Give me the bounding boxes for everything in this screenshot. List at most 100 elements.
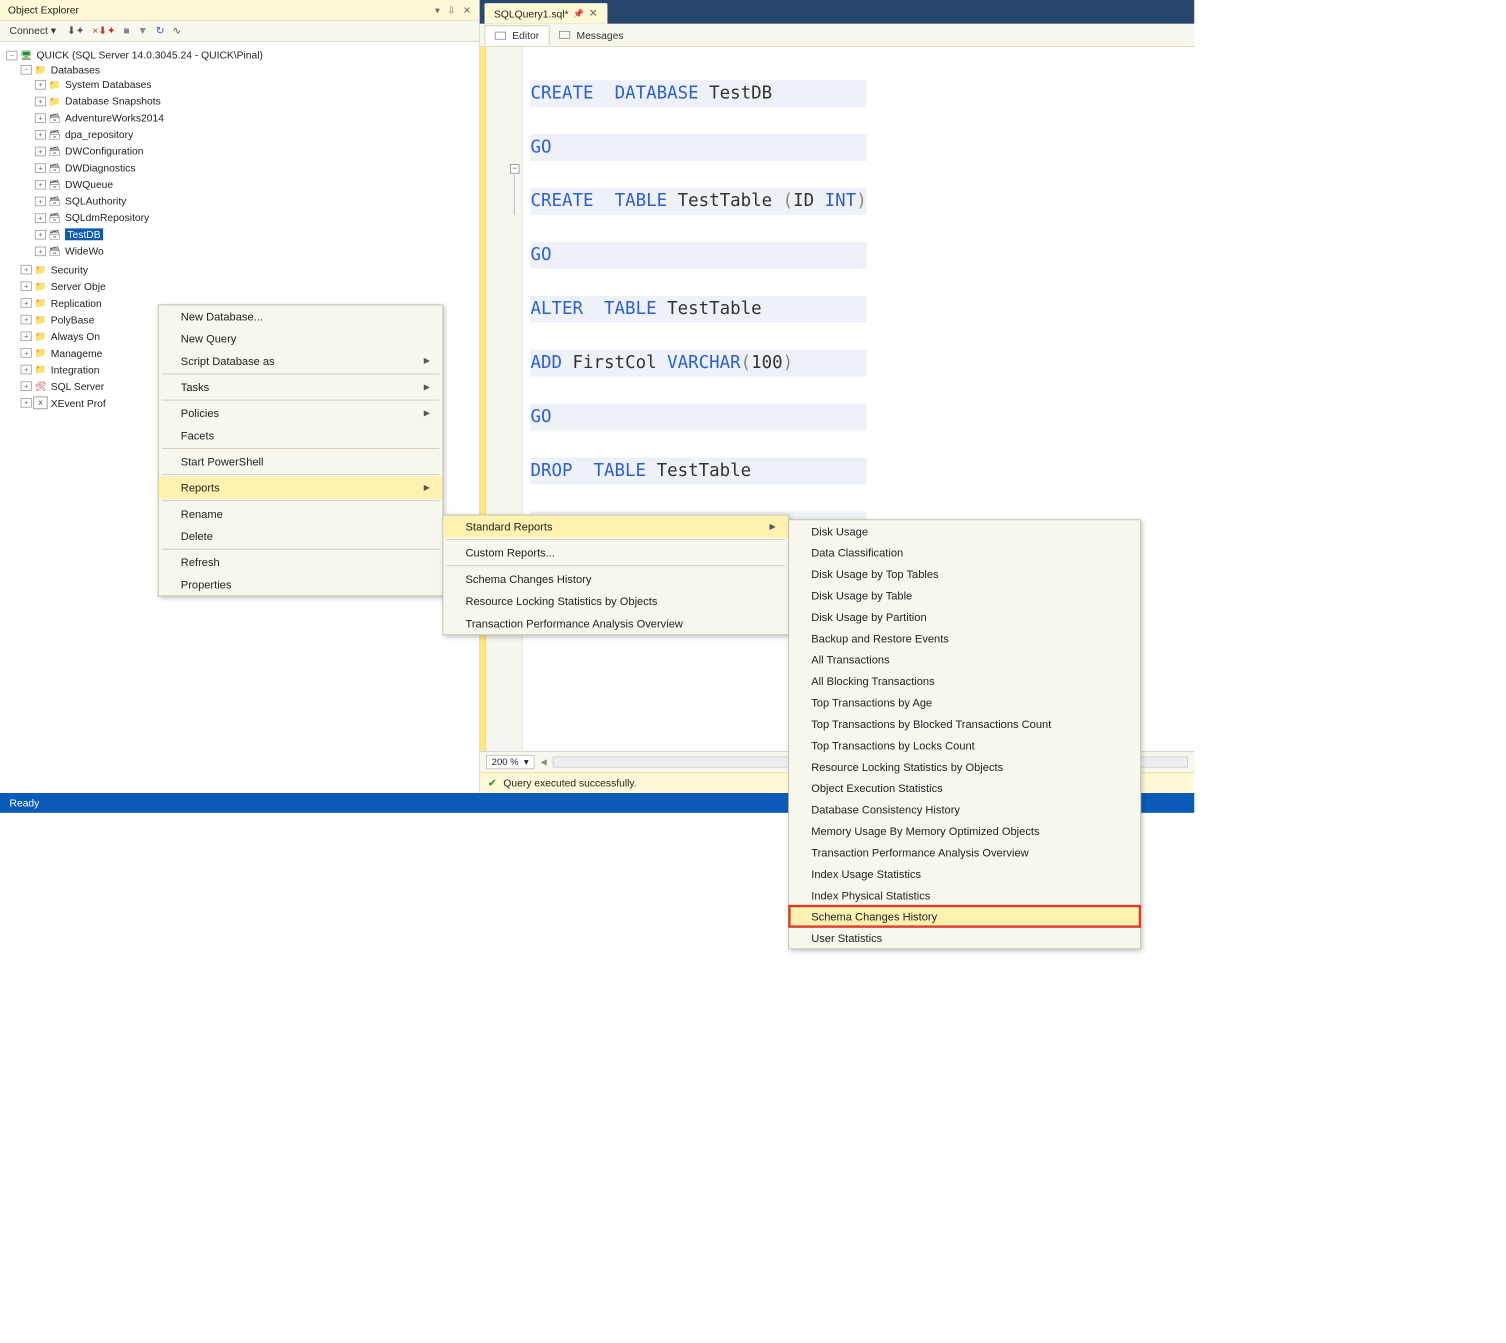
- menu-standard-report-item[interactable]: Index Usage Statistics: [789, 863, 1140, 884]
- menu-delete[interactable]: Delete: [159, 525, 443, 547]
- server-folder-node[interactable]: Server Obje: [51, 280, 106, 292]
- expander-icon[interactable]: +: [35, 213, 46, 223]
- expander-icon[interactable]: +: [35, 163, 46, 173]
- zoom-level[interactable]: 200 % ▾: [486, 755, 534, 769]
- database-node[interactable]: DWQueue: [65, 178, 113, 190]
- menu-tasks[interactable]: Tasks▶: [159, 376, 443, 398]
- server-folder-node[interactable]: Integration: [51, 364, 100, 376]
- database-node[interactable]: SQLAuthority: [65, 195, 126, 207]
- activity-icon[interactable]: ∿: [172, 25, 181, 38]
- editor-tab-sqlquery1[interactable]: SQLQuery1.sql* 📌 ✕: [485, 3, 608, 24]
- menu-standard-report-item[interactable]: Index Physical Statistics: [789, 884, 1140, 905]
- square-icon[interactable]: ■: [124, 25, 130, 38]
- expander-icon[interactable]: +: [21, 348, 32, 358]
- pin-icon[interactable]: ⇩: [447, 5, 455, 16]
- server-folder-node[interactable]: Always On: [51, 330, 100, 342]
- dropdown-icon[interactable]: ▾: [435, 5, 440, 16]
- expander-icon[interactable]: +: [35, 146, 46, 156]
- close-icon[interactable]: ✕: [589, 7, 598, 20]
- menu-standard-report-item[interactable]: Disk Usage by Top Tables: [789, 563, 1140, 584]
- server-folder-node[interactable]: XEvent Prof: [51, 397, 106, 409]
- database-snapshots-node[interactable]: Database Snapshots: [65, 95, 161, 107]
- expander-icon[interactable]: +: [35, 196, 46, 206]
- subtab-editor[interactable]: Editor: [485, 25, 550, 45]
- database-node[interactable]: AdventureWorks2014: [65, 112, 164, 124]
- close-icon[interactable]: ✕: [463, 5, 471, 16]
- menu-standard-report-item[interactable]: Disk Usage: [789, 520, 1140, 541]
- menu-standard-report-item[interactable]: Schema Changes History: [789, 906, 1140, 927]
- expander-icon[interactable]: −: [21, 65, 32, 75]
- menu-standard-report-item[interactable]: Data Classification: [789, 542, 1140, 563]
- fold-icon[interactable]: −: [510, 164, 520, 174]
- scroll-left-icon[interactable]: ◀: [541, 758, 547, 767]
- refresh-icon[interactable]: ↻: [156, 25, 165, 38]
- expander-icon[interactable]: +: [21, 398, 32, 408]
- expander-icon[interactable]: +: [21, 331, 32, 341]
- menu-refresh[interactable]: Refresh: [159, 551, 443, 573]
- expander-icon[interactable]: +: [35, 96, 46, 106]
- xevent-icon: X: [33, 397, 47, 410]
- expander-icon[interactable]: +: [35, 113, 46, 123]
- pin-icon[interactable]: 📌: [573, 8, 584, 18]
- server-folder-node[interactable]: Security: [51, 264, 88, 276]
- stop-icon[interactable]: ×⬇✦: [92, 25, 115, 38]
- menu-script-database-as[interactable]: Script Database as▶: [159, 350, 443, 372]
- server-folder-node[interactable]: Replication: [51, 297, 102, 309]
- server-folder-node[interactable]: PolyBase: [51, 314, 95, 326]
- database-node[interactable]: TestDB: [65, 228, 103, 240]
- menu-policies[interactable]: Policies▶: [159, 402, 443, 424]
- menu-standard-report-item[interactable]: Top Transactions by Age: [789, 691, 1140, 712]
- expander-icon[interactable]: +: [21, 365, 32, 375]
- database-node[interactable]: SQLdmRepository: [65, 212, 149, 224]
- databases-node[interactable]: Databases: [51, 64, 100, 76]
- menu-standard-report-item[interactable]: Backup and Restore Events: [789, 627, 1140, 648]
- expander-icon[interactable]: +: [35, 246, 46, 256]
- database-node[interactable]: DWConfiguration: [65, 145, 144, 157]
- menu-standard-report-item[interactable]: Database Consistency History: [789, 799, 1140, 820]
- database-node[interactable]: DWDiagnostics: [65, 162, 135, 174]
- menu-standard-report-item[interactable]: Top Transactions by Locks Count: [789, 734, 1140, 755]
- menu-standard-report-item[interactable]: User Statistics: [789, 927, 1140, 948]
- menu-standard-report-item[interactable]: Transaction Performance Analysis Overvie…: [789, 841, 1140, 862]
- expander-icon[interactable]: +: [21, 381, 32, 391]
- menu-standard-report-item[interactable]: Top Transactions by Blocked Transactions…: [789, 713, 1140, 734]
- menu-standard-report-item[interactable]: All Blocking Transactions: [789, 670, 1140, 691]
- menu-reports[interactable]: Reports▶: [159, 477, 443, 499]
- menu-standard-report-item[interactable]: All Transactions: [789, 649, 1140, 670]
- menu-properties[interactable]: Properties: [159, 573, 443, 595]
- menu-standard-report-item[interactable]: Disk Usage by Table: [789, 584, 1140, 605]
- database-node[interactable]: dpa_repository: [65, 128, 133, 140]
- expander-icon[interactable]: +: [21, 265, 32, 275]
- menu-rename[interactable]: Rename: [159, 503, 443, 525]
- menu-standard-report-item[interactable]: Object Execution Statistics: [789, 777, 1140, 798]
- expander-icon[interactable]: −: [6, 50, 17, 60]
- menu-new-database[interactable]: New Database...: [159, 305, 443, 327]
- menu-facets[interactable]: Facets: [159, 424, 443, 446]
- expander-icon[interactable]: +: [21, 282, 32, 292]
- menu-new-query[interactable]: New Query: [159, 328, 443, 350]
- subtab-messages[interactable]: Messages: [550, 25, 633, 44]
- menu-custom-reports[interactable]: Custom Reports...: [443, 542, 788, 564]
- expander-icon[interactable]: +: [21, 298, 32, 308]
- menu-schema-changes-history[interactable]: Schema Changes History: [443, 568, 788, 590]
- disconnect-icon[interactable]: ⬇✦: [67, 25, 84, 38]
- server-node[interactable]: QUICK (SQL Server 14.0.3045.24 - QUICK\P…: [36, 49, 263, 61]
- expander-icon[interactable]: +: [35, 180, 46, 190]
- server-folder-node[interactable]: Manageme: [51, 347, 103, 359]
- expander-icon[interactable]: +: [35, 80, 46, 90]
- menu-standard-reports[interactable]: Standard Reports▶: [443, 515, 788, 537]
- menu-transaction-perf-overview[interactable]: Transaction Performance Analysis Overvie…: [443, 612, 788, 634]
- expander-icon[interactable]: +: [35, 230, 46, 240]
- filter-icon[interactable]: ▼: [138, 25, 148, 38]
- expander-icon[interactable]: +: [21, 315, 32, 325]
- database-node[interactable]: WideWo: [65, 245, 104, 257]
- expander-icon[interactable]: +: [35, 130, 46, 140]
- server-folder-node[interactable]: SQL Server: [51, 380, 104, 392]
- menu-start-powershell[interactable]: Start PowerShell: [159, 450, 443, 472]
- menu-standard-report-item[interactable]: Disk Usage by Partition: [789, 606, 1140, 627]
- connect-button[interactable]: Connect ▾: [6, 23, 59, 39]
- system-databases-node[interactable]: System Databases: [65, 79, 152, 91]
- menu-standard-report-item[interactable]: Memory Usage By Memory Optimized Objects: [789, 820, 1140, 841]
- menu-resource-locking-stats[interactable]: Resource Locking Statistics by Objects: [443, 590, 788, 612]
- menu-standard-report-item[interactable]: Resource Locking Statistics by Objects: [789, 756, 1140, 777]
